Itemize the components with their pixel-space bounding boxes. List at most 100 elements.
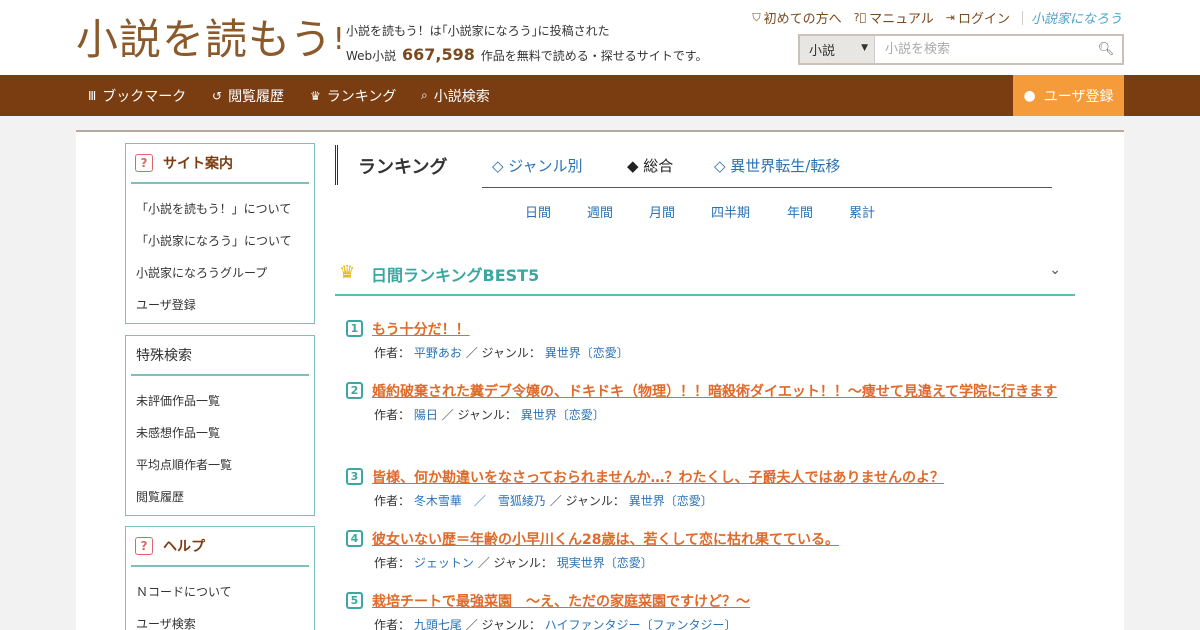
rank-badge: 5: [346, 592, 363, 609]
register-label: ユーザ登録: [1043, 88, 1114, 105]
novel-title-link[interactable]: 婚約破棄された糞デブ令嬢の、ドキドキ（物理）！！暗殺術ダイエット！！～痩せて見違…: [346, 380, 1066, 404]
sidebar-link-unrated[interactable]: 未評価作品一覧: [126, 384, 314, 416]
novel-title-link[interactable]: もう十分だ！！: [372, 318, 1066, 342]
period-quarterly[interactable]: 四半期: [711, 202, 750, 221]
search-input[interactable]: [875, 36, 1090, 63]
best5-header[interactable]: ♛ 日間ランキングBEST5 ⌄: [335, 257, 1075, 296]
sidebar-link-about-narou[interactable]: 「小説家になろう」について: [126, 224, 314, 256]
ranking-item: 4 彼女いない歴＝年齢の小早川くん28歳は、若くして恋に枯れ果てている。 作者：…: [346, 528, 1066, 572]
sidebar-link-avg-score[interactable]: 平均点順作者一覧: [126, 448, 314, 480]
genre-link[interactable]: 異世界〔恋愛〕: [521, 408, 605, 422]
rank-badge: 1: [346, 320, 363, 337]
work-count: 667,598: [402, 45, 475, 64]
main-content: ? サイト案内 「小説を読もう！」について 「小説家になろう」について 小説家に…: [76, 130, 1124, 630]
login-link[interactable]: ⇥ ログイン: [946, 8, 1010, 27]
tab-isekai[interactable]: ◇ 異世界転生/転移: [714, 155, 840, 176]
author-link[interactable]: ジェットン: [414, 556, 474, 570]
author-label: 作者：: [374, 556, 411, 570]
divider: [1021, 10, 1023, 25]
caret-down-icon: ▼: [861, 43, 868, 53]
author-label: 作者：: [374, 346, 411, 360]
ranking-title: ランキング: [358, 157, 448, 178]
author-label: 作者：: [374, 408, 411, 422]
rank-badge: 4: [346, 530, 363, 547]
help-title: ヘルプ: [163, 539, 205, 555]
sidebar-link-about-yomou[interactable]: 「小説を読もう！」について: [126, 192, 314, 224]
genre-link[interactable]: ハイファンタジー〔ファンタジー〕: [545, 618, 737, 630]
author-link[interactable]: 陽日: [414, 408, 438, 422]
ranking-item: 1 もう十分だ！！ 作者： 平野あお ／ ジャンル： 異世界〔恋愛〕: [346, 318, 1066, 362]
novel-meta: 作者： 陽日 ／ ジャンル： 異世界〔恋愛〕: [374, 406, 1066, 424]
novel-meta: 作者： 九頭七尾 ／ ジャンル： ハイファンタジー〔ファンタジー〕: [374, 616, 1066, 630]
sidebar-link-no-review[interactable]: 未感想作品一覧: [126, 416, 314, 448]
tab-overall[interactable]: ◆ 総合: [627, 155, 673, 176]
manual-link[interactable]: ?⃝ マニュアル: [854, 8, 934, 27]
tagline-pre: Web小説: [346, 49, 397, 63]
question-circle-icon: ?⃝: [853, 11, 867, 24]
sidebar-link-register[interactable]: ユーザ登録: [126, 288, 314, 320]
chevron-down-icon[interactable]: ⌄: [1049, 262, 1061, 278]
special-search-box: 特殊検索 未評価作品一覧 未感想作品一覧 平均点順作者一覧 閲覧履歴: [125, 335, 315, 516]
nav-ranking[interactable]: ♛ ランキング: [310, 75, 396, 116]
site-logo[interactable]: 小説を読もう !: [76, 14, 346, 62]
crown-icon: ♛: [339, 262, 356, 283]
search-box: 小説 ▼ 🔍︎: [798, 34, 1124, 65]
sidebar-link-user-search[interactable]: ユーザ検索: [126, 607, 314, 630]
sidebar-link-group[interactable]: 小説家になろうグループ: [126, 256, 314, 288]
genre-link[interactable]: 異世界〔恋愛〕: [629, 494, 713, 508]
search-icon: 🔍︎: [1097, 42, 1115, 57]
sidebar-link-ncode[interactable]: Ｎコードについて: [126, 575, 314, 607]
ranking-item: 3 皆様、何か勘違いをなさっておられませんか…？わたくし、子爵夫人ではありません…: [346, 466, 1066, 510]
ranking-header: ランキング ◇ ジャンル別 ◆ 総合 ◇ 異世界転生/転移: [335, 145, 1051, 185]
period-daily[interactable]: 日間: [525, 202, 551, 221]
author-label: 作者：: [374, 618, 411, 630]
best5-title: 日間ランキングBEST5: [371, 266, 540, 285]
logo-text: 小説を読もう: [76, 15, 333, 64]
sidebar-link-history[interactable]: 閲覧履歴: [126, 480, 314, 512]
site-guide-title: サイト案内: [163, 156, 233, 172]
main-nav: Ⅲ ブックマーク ↺ 閲覧履歴 ♛ ランキング ⌕ 小説検索 ● ユーザ登録: [0, 75, 1200, 116]
author-link[interactable]: 九頭七尾: [414, 618, 462, 630]
help-header: ? ヘルプ: [131, 527, 309, 567]
nav-search-label: 小説検索: [433, 88, 490, 105]
period-cumulative[interactable]: 累計: [849, 202, 875, 221]
register-button[interactable]: ● ユーザ登録: [1013, 75, 1124, 116]
nav-bookmark[interactable]: Ⅲ ブックマーク: [88, 75, 186, 116]
rank-badge: 2: [346, 382, 363, 399]
genre-link[interactable]: 異世界〔恋愛〕: [545, 346, 629, 360]
author-link[interactable]: 平野あお: [414, 346, 462, 360]
search-button[interactable]: 🔍︎: [1090, 36, 1122, 63]
author-link[interactable]: 冬木雪華 ／ 雪狐綾乃: [414, 494, 546, 508]
period-weekly[interactable]: 週間: [587, 202, 613, 221]
novel-title-link[interactable]: 彼女いない歴＝年齢の小早川くん28歳は、若くして恋に枯れ果てている。: [372, 528, 1066, 552]
top-links: ⛉ 初めての方へ ?⃝ マニュアル ⇥ ログイン 小説家になろう: [740, 8, 1122, 27]
site-tagline: 小説を読もう！は｢小説家になろう｣に投稿された Web小説 667,598 作品…: [346, 19, 708, 68]
novel-meta: 作者： 冬木雪華 ／ 雪狐綾乃 ／ ジャンル： 異世界〔恋愛〕: [374, 492, 1066, 510]
nav-history[interactable]: ↺ 閲覧履歴: [212, 75, 284, 116]
search-type-select[interactable]: 小説 ▼: [800, 36, 875, 63]
genre-label: ／ ジャンル：: [441, 408, 517, 422]
genre-label: ／ ジャンル：: [465, 618, 541, 630]
bookmark-icon: Ⅲ: [88, 88, 97, 103]
tab-genre[interactable]: ◇ ジャンル別: [492, 155, 583, 176]
novel-meta: 作者： 平野あお ／ ジャンル： 異世界〔恋愛〕: [374, 344, 1066, 362]
period-monthly[interactable]: 月間: [649, 202, 675, 221]
heading-bar: [335, 145, 338, 185]
tab-underline: [482, 187, 1052, 188]
search-icon: ⌕: [421, 88, 428, 102]
beginners-link[interactable]: ⛉ 初めての方へ: [752, 8, 841, 28]
narou-logo-link[interactable]: 小説家になろう: [1031, 8, 1122, 27]
nav-bookmark-label: ブックマーク: [102, 88, 187, 105]
genre-label: ／ ジャンル：: [465, 346, 541, 360]
site-guide-box: ? サイト案内 「小説を読もう！」について 「小説家になろう」について 小説家に…: [125, 143, 315, 324]
rank-badge: 3: [346, 468, 363, 485]
genre-link[interactable]: 現実世界〔恋愛〕: [557, 556, 653, 570]
period-yearly[interactable]: 年間: [787, 202, 813, 221]
tagline-post: 作品を無料で読める・探せるサイトです。: [480, 49, 708, 63]
special-search-title: 特殊検索: [136, 348, 192, 364]
nav-search[interactable]: ⌕ 小説検索: [421, 75, 490, 116]
novel-title-link[interactable]: 栽培チートで最強菜園 ～え、ただの家庭菜園ですけど？～: [372, 590, 1066, 614]
shield-icon: ⛉: [752, 10, 761, 24]
novel-title-link[interactable]: 皆様、何か勘違いをなさっておられませんか…？わたくし、子爵夫人ではありませんのよ…: [372, 466, 1066, 490]
user-icon: ●: [1023, 87, 1036, 104]
